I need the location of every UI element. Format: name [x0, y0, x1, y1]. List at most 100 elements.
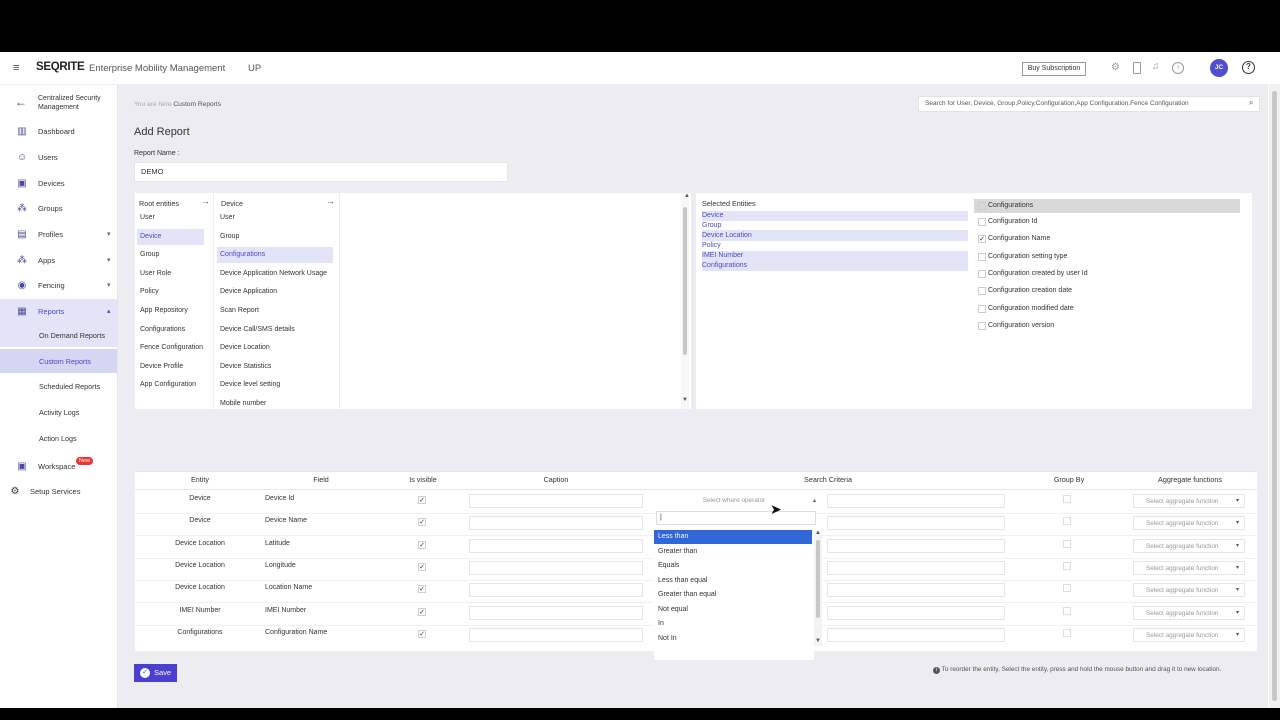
- sidebar-item-users[interactable]: ☺ Users: [0, 145, 117, 169]
- device-entity-item[interactable]: Device Application: [217, 284, 333, 300]
- sidebar-sub-custom-reports[interactable]: Custom Reports: [0, 349, 117, 373]
- operator-option[interactable]: Greater than equal: [654, 588, 812, 602]
- is-visible-checkbox[interactable]: ✓: [418, 540, 426, 549]
- root-entity-item[interactable]: Device: [137, 228, 204, 245]
- operator-option[interactable]: Greater than: [654, 545, 812, 559]
- global-search-input[interactable]: Search for User, Device, Group,Policy,Co…: [918, 96, 1260, 112]
- device-entity-item[interactable]: Configurations: [217, 247, 333, 264]
- root-entity-item[interactable]: Policy: [137, 284, 204, 300]
- device-entity-item[interactable]: Device level setting: [217, 377, 333, 393]
- device-entity-item[interactable]: Device Statistics: [217, 359, 333, 375]
- root-entity-item[interactable]: Device Profile: [137, 359, 204, 375]
- search-value-input[interactable]: [827, 494, 1005, 508]
- config-field-checkbox[interactable]: [978, 304, 986, 313]
- group-by-checkbox[interactable]: [1063, 517, 1071, 526]
- notification-bell-icon[interactable]: ♫: [1152, 61, 1160, 72]
- is-visible-checkbox[interactable]: ✓: [418, 562, 426, 571]
- group-by-checkbox[interactable]: [1063, 606, 1071, 615]
- caption-input[interactable]: [469, 560, 643, 575]
- aggregate-function-select[interactable]: Select aggregate function ▾: [1133, 516, 1245, 531]
- is-visible-checkbox[interactable]: ✓: [418, 496, 426, 504]
- is-visible-checkbox[interactable]: ✓: [418, 629, 426, 638]
- is-visible-checkbox[interactable]: ✓: [418, 518, 426, 527]
- search-value-input[interactable]: [827, 605, 1005, 620]
- aggregate-function-select[interactable]: Select aggregate function ▾: [1133, 494, 1245, 508]
- aggregate-function-select[interactable]: Select aggregate function ▾: [1133, 583, 1245, 598]
- sidebar-item-dashboard[interactable]: ▥ Dashboard: [0, 119, 117, 143]
- info-icon[interactable]: i: [1172, 62, 1184, 74]
- selected-entity-item[interactable]: Group: [702, 221, 852, 231]
- device-entity-item[interactable]: Mobile number: [217, 396, 333, 406]
- caption-input[interactable]: [469, 605, 643, 620]
- root-entity-item[interactable]: User: [137, 210, 204, 226]
- sidebar-sub-activity-logs[interactable]: Activity Logs: [0, 400, 117, 424]
- vertical-scrollbar[interactable]: ▲ ▼: [681, 193, 690, 409]
- avatar[interactable]: JC: [1210, 59, 1228, 77]
- sidebar-sub-action-logs[interactable]: Action Logs: [0, 426, 117, 450]
- sidebar-item-profiles[interactable]: ▤ Profiles ▾: [0, 222, 117, 246]
- operator-option[interactable]: Not equal: [654, 603, 812, 617]
- caption-input[interactable]: [469, 516, 643, 531]
- root-entity-item[interactable]: Configurations: [137, 322, 204, 338]
- select-all-checkbox[interactable]: [978, 202, 986, 210]
- search-value-input[interactable]: [827, 560, 1005, 575]
- config-field-checkbox[interactable]: ✓: [978, 235, 986, 244]
- selected-entity-item[interactable]: IMEI Number: [702, 251, 852, 261]
- config-field-checkbox[interactable]: [978, 321, 986, 330]
- sidebar-item-reports[interactable]: ▦ Reports ▴: [0, 299, 117, 323]
- root-entity-item[interactable]: Fence Configuration: [137, 340, 204, 356]
- root-entity-item[interactable]: App Repository: [137, 303, 204, 319]
- config-field-checkbox[interactable]: [978, 252, 986, 261]
- aggregate-function-select[interactable]: Select aggregate function ▾: [1133, 560, 1245, 575]
- is-visible-checkbox[interactable]: ✓: [418, 585, 426, 594]
- sidebar-sub-on-demand-reports[interactable]: On Demand Reports: [0, 323, 117, 347]
- selected-entity-item[interactable]: Policy: [702, 241, 852, 251]
- operator-option[interactable]: Equals: [654, 559, 812, 573]
- caption-input[interactable]: [469, 627, 643, 642]
- sidebar-item-workspace[interactable]: ▣ Workspace New: [0, 454, 117, 478]
- group-by-checkbox[interactable]: [1063, 584, 1071, 593]
- device-entity-item[interactable]: Device Location: [217, 340, 333, 356]
- operator-option[interactable]: In: [654, 617, 812, 631]
- group-by-checkbox[interactable]: [1063, 539, 1071, 548]
- search-value-input[interactable]: [827, 538, 1005, 553]
- report-name-input[interactable]: DEMO: [134, 162, 508, 182]
- root-entity-item[interactable]: App Configuration: [137, 377, 204, 393]
- operator-search-input[interactable]: |: [656, 511, 816, 525]
- device-entity-item[interactable]: Device Application Network Usage: [217, 266, 333, 282]
- sidebar-item-groups[interactable]: ⁂ Groups: [0, 196, 117, 220]
- selected-entity-item[interactable]: Device: [702, 211, 852, 221]
- group-by-checkbox[interactable]: [1063, 561, 1071, 570]
- mobile-icon[interactable]: [1133, 62, 1141, 74]
- operator-option[interactable]: Less than: [654, 530, 812, 544]
- buy-subscription-button[interactable]: Buy Subscription: [1022, 62, 1086, 76]
- search-value-input[interactable]: [827, 627, 1005, 642]
- operator-option[interactable]: Less than equal: [654, 574, 812, 588]
- sidebar-item-devices[interactable]: ▣ Devices: [0, 171, 117, 195]
- device-entity-item[interactable]: Device Call/SMS details: [217, 322, 333, 338]
- aggregate-function-select[interactable]: Select aggregate function ▾: [1133, 627, 1245, 642]
- device-entity-item[interactable]: Group: [217, 229, 333, 245]
- sidebar-back-label[interactable]: Centralized Security Management: [38, 95, 114, 112]
- caption-input[interactable]: [469, 538, 643, 553]
- group-by-checkbox[interactable]: [1063, 628, 1071, 637]
- help-icon[interactable]: ?: [1242, 61, 1255, 74]
- window-scrollbar[interactable]: [1269, 85, 1280, 708]
- selected-entity-item[interactable]: Configurations: [702, 261, 852, 271]
- caption-input[interactable]: [469, 494, 643, 508]
- selected-entity-item[interactable]: Device Location: [702, 231, 852, 241]
- sidebar-item-fencing[interactable]: ◉ Fencing ▾: [0, 273, 117, 297]
- operator-dropdown[interactable]: | Less than Greater than Equals Less than e…: [654, 499, 824, 660]
- tools-icon[interactable]: ⚙: [1111, 62, 1120, 73]
- config-field-checkbox[interactable]: [978, 287, 986, 296]
- config-field-checkbox[interactable]: [978, 269, 986, 278]
- aggregate-function-select[interactable]: Select aggregate function ▾: [1133, 605, 1245, 620]
- search-value-input[interactable]: [827, 516, 1005, 531]
- caption-input[interactable]: [469, 583, 643, 598]
- device-entity-item[interactable]: User: [217, 210, 333, 226]
- sidebar-item-apps[interactable]: ⁂ Apps ▾: [0, 248, 117, 272]
- root-entity-item[interactable]: User Role: [137, 266, 204, 282]
- group-by-checkbox[interactable]: [1063, 495, 1071, 503]
- config-field-checkbox[interactable]: [978, 218, 986, 226]
- dropdown-scrollbar[interactable]: ▲ ▼: [814, 530, 822, 646]
